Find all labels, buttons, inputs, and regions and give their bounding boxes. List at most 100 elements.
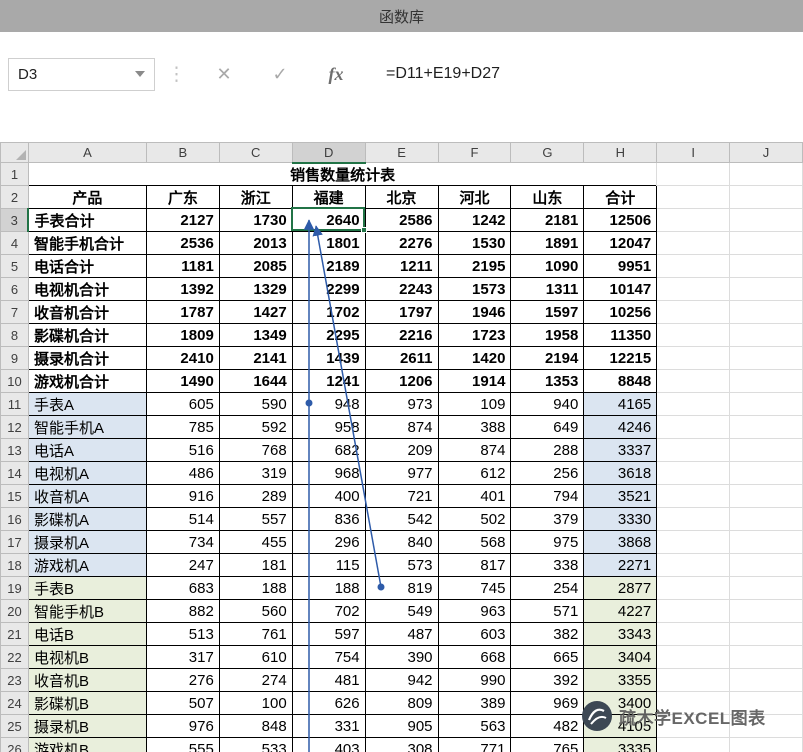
- cell[interactable]: 549: [365, 600, 438, 623]
- row-label[interactable]: 智能手机合计: [28, 232, 146, 255]
- cell[interactable]: [730, 255, 803, 278]
- cell[interactable]: 487: [365, 623, 438, 646]
- column-title[interactable]: 广东: [146, 186, 219, 209]
- cell[interactable]: 1573: [438, 278, 511, 301]
- row-label[interactable]: 游戏机A: [28, 554, 146, 577]
- cell[interactable]: 3868: [584, 531, 657, 554]
- cell[interactable]: 969: [511, 692, 584, 715]
- cell[interactable]: 626: [292, 692, 365, 715]
- cell[interactable]: 3343: [584, 623, 657, 646]
- cell[interactable]: 401: [438, 485, 511, 508]
- row-header-21[interactable]: 21: [1, 623, 29, 646]
- cell[interactable]: 1420: [438, 347, 511, 370]
- cell[interactable]: 2013: [219, 232, 292, 255]
- cell[interactable]: 2299: [292, 278, 365, 301]
- cell[interactable]: 977: [365, 462, 438, 485]
- row-header-19[interactable]: 19: [1, 577, 29, 600]
- cell[interactable]: 288: [511, 439, 584, 462]
- cell[interactable]: 557: [219, 508, 292, 531]
- cell[interactable]: 905: [365, 715, 438, 738]
- cell[interactable]: 963: [438, 600, 511, 623]
- cell[interactable]: [657, 163, 730, 186]
- column-header-H[interactable]: H: [584, 143, 657, 163]
- cell[interactable]: 754: [292, 646, 365, 669]
- row-header-18[interactable]: 18: [1, 554, 29, 577]
- cell[interactable]: 1490: [146, 370, 219, 393]
- cell[interactable]: 2276: [365, 232, 438, 255]
- cell[interactable]: 2410: [146, 347, 219, 370]
- cell[interactable]: [730, 669, 803, 692]
- column-title[interactable]: 合计: [584, 186, 657, 209]
- cell[interactable]: 308: [365, 738, 438, 752]
- cell[interactable]: [730, 370, 803, 393]
- cell[interactable]: 289: [219, 485, 292, 508]
- cell[interactable]: 1241: [292, 370, 365, 393]
- cell[interactable]: [657, 600, 730, 623]
- cell[interactable]: 3330: [584, 508, 657, 531]
- cell[interactable]: [657, 186, 730, 209]
- cell[interactable]: 958: [292, 416, 365, 439]
- cell[interactable]: 2195: [438, 255, 511, 278]
- cell[interactable]: [657, 393, 730, 416]
- cell[interactable]: 819: [365, 577, 438, 600]
- row-header-8[interactable]: 8: [1, 324, 29, 347]
- cell[interactable]: [657, 577, 730, 600]
- row-label[interactable]: 收音机A: [28, 485, 146, 508]
- cell[interactable]: 455: [219, 531, 292, 554]
- cell[interactable]: 542: [365, 508, 438, 531]
- cell[interactable]: 2611: [365, 347, 438, 370]
- cell[interactable]: [657, 278, 730, 301]
- row-header-1[interactable]: 1: [1, 163, 29, 186]
- cell[interactable]: 2586: [365, 209, 438, 232]
- row-label[interactable]: 收音机合计: [28, 301, 146, 324]
- cell[interactable]: [657, 439, 730, 462]
- cell[interactable]: 256: [511, 462, 584, 485]
- cell[interactable]: 1242: [438, 209, 511, 232]
- row-label[interactable]: 电视机B: [28, 646, 146, 669]
- column-header-F[interactable]: F: [438, 143, 511, 163]
- row-label[interactable]: 智能手机B: [28, 600, 146, 623]
- cell[interactable]: [730, 577, 803, 600]
- cell[interactable]: [657, 255, 730, 278]
- cell[interactable]: [657, 646, 730, 669]
- cell[interactable]: 181: [219, 554, 292, 577]
- row-label[interactable]: 手表A: [28, 393, 146, 416]
- cell[interactable]: 400: [292, 485, 365, 508]
- cell[interactable]: 1090: [511, 255, 584, 278]
- cell[interactable]: 2141: [219, 347, 292, 370]
- cell[interactable]: 274: [219, 669, 292, 692]
- cell[interactable]: 4246: [584, 416, 657, 439]
- cell[interactable]: 1427: [219, 301, 292, 324]
- cell[interactable]: 2127: [146, 209, 219, 232]
- row-header-25[interactable]: 25: [1, 715, 29, 738]
- row-header-14[interactable]: 14: [1, 462, 29, 485]
- column-title[interactable]: 北京: [365, 186, 438, 209]
- fill-handle[interactable]: [361, 227, 367, 233]
- cell[interactable]: 2877: [584, 577, 657, 600]
- row-header-23[interactable]: 23: [1, 669, 29, 692]
- cell[interactable]: 533: [219, 738, 292, 752]
- cell[interactable]: 338: [511, 554, 584, 577]
- cell[interactable]: [730, 347, 803, 370]
- cell[interactable]: 331: [292, 715, 365, 738]
- row-header-16[interactable]: 16: [1, 508, 29, 531]
- enter-icon[interactable]: ✓: [252, 64, 308, 85]
- cell[interactable]: 1702: [292, 301, 365, 324]
- cell[interactable]: 973: [365, 393, 438, 416]
- cell[interactable]: [730, 278, 803, 301]
- row-header-4[interactable]: 4: [1, 232, 29, 255]
- column-header-G[interactable]: G: [511, 143, 584, 163]
- cell[interactable]: 3521: [584, 485, 657, 508]
- cell[interactable]: 1644: [219, 370, 292, 393]
- column-header-E[interactable]: E: [365, 143, 438, 163]
- cell[interactable]: [730, 209, 803, 232]
- row-header-26[interactable]: 26: [1, 738, 29, 752]
- cell[interactable]: [730, 623, 803, 646]
- cell[interactable]: 513: [146, 623, 219, 646]
- row-label[interactable]: 电话B: [28, 623, 146, 646]
- cell[interactable]: [657, 209, 730, 232]
- cell[interactable]: 1891: [511, 232, 584, 255]
- cell[interactable]: [657, 232, 730, 255]
- row-header-10[interactable]: 10: [1, 370, 29, 393]
- cell[interactable]: 571: [511, 600, 584, 623]
